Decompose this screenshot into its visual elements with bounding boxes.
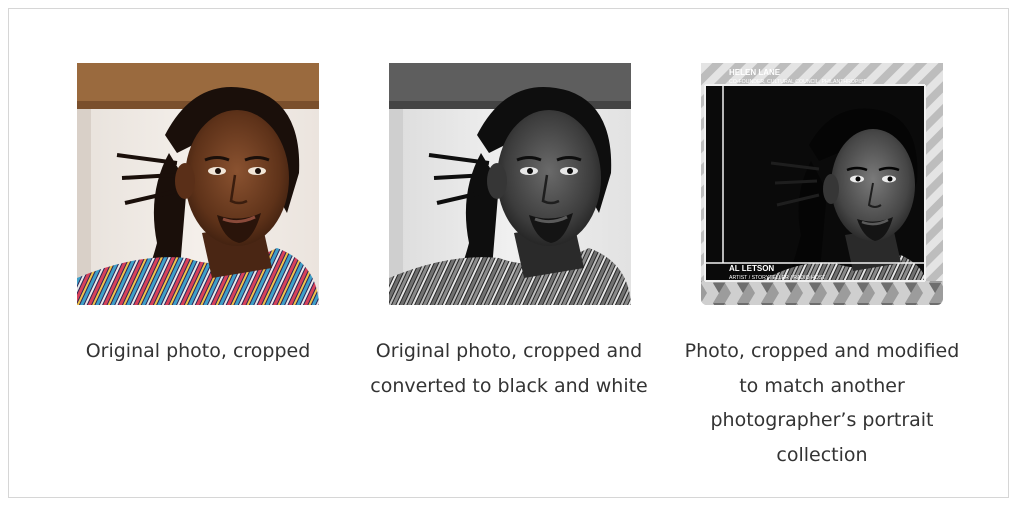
caption-line: to match another	[739, 374, 905, 397]
caption-black-and-white: Original photo, cropped and converted to…	[364, 334, 654, 403]
overlay-bottom-name: AL LETSON	[729, 264, 774, 273]
portrait-photo-modified: HELEN LANE CO-FOUNDER, CULTURAL COUNCIL,…	[701, 63, 943, 305]
caption-modified: Photo, cropped and modified to match ano…	[677, 334, 967, 472]
overlay-top-role: CO-FOUNDER, CULTURAL COUNCIL, PHILANTHRO…	[729, 79, 867, 85]
caption-line: Original photo, cropped and	[375, 340, 643, 362]
caption-line: collection	[776, 443, 868, 466]
portrait-photo-color	[77, 63, 319, 305]
caption-line: photographer’s portrait	[710, 409, 934, 431]
overlay-top-name: HELEN LANE	[729, 68, 781, 77]
caption-line: converted to black and white	[370, 374, 648, 397]
caption-original: Original photo, cropped	[53, 334, 343, 369]
caption-line: Photo, cropped and modified	[684, 340, 960, 362]
portrait-bw-image	[389, 63, 631, 305]
caption-line: Original photo, cropped	[85, 340, 311, 362]
portrait-photo-bw	[389, 63, 631, 305]
portrait-color-image	[77, 63, 319, 305]
overlay-bottom-role: ARTIST / STORYTELLER / RADIO HOST	[729, 275, 826, 281]
portrait-modified-image: HELEN LANE CO-FOUNDER, CULTURAL COUNCIL,…	[701, 63, 943, 305]
